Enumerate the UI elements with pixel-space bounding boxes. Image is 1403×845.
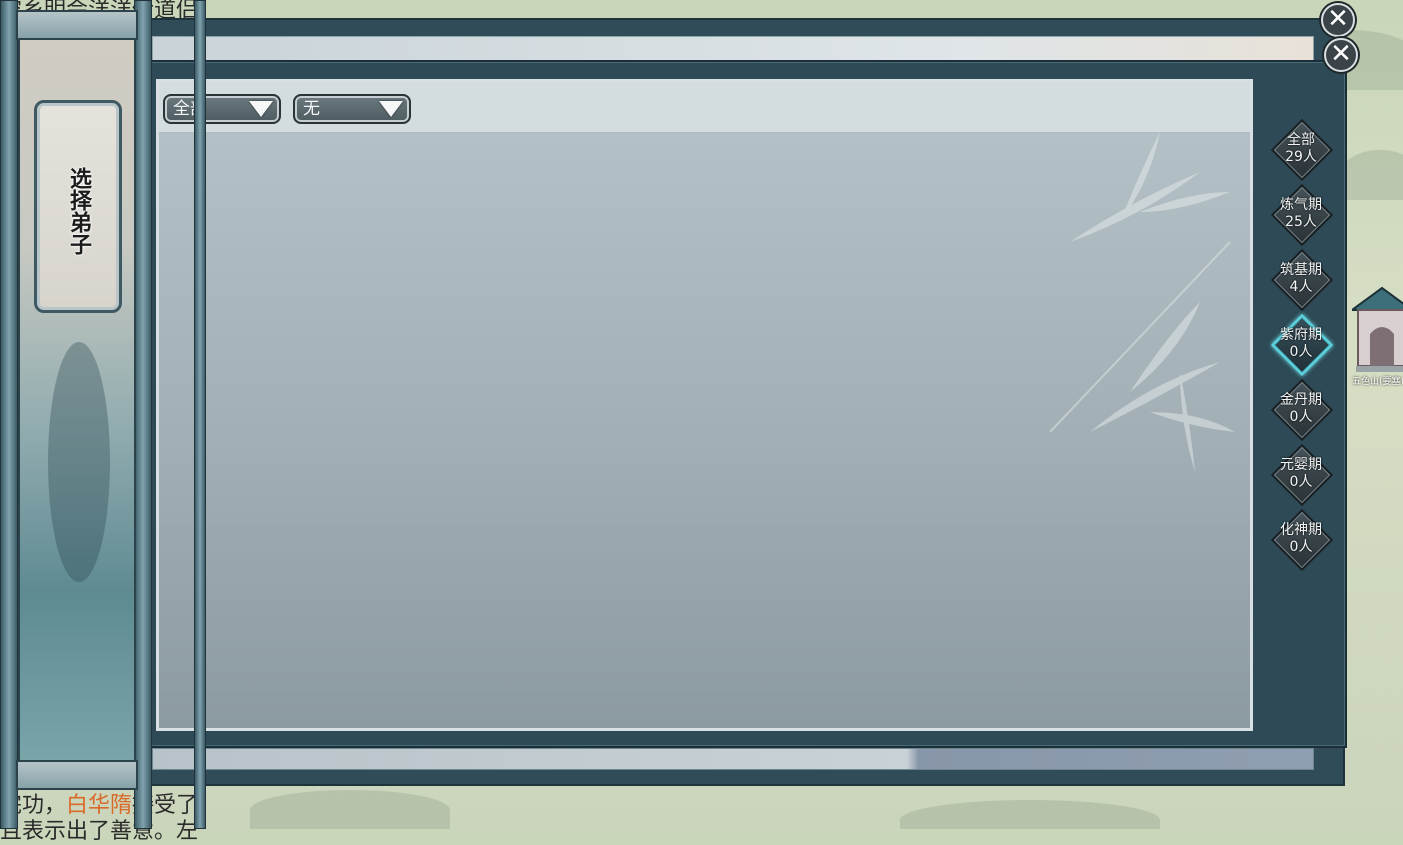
realm-tab-purple-mansion[interactable]: 紫府期 0人 (1270, 313, 1334, 377)
realm-tab-nascent-soul[interactable]: 元婴期 0人 (1270, 443, 1334, 507)
building-label: 五色山(要塞) (1352, 377, 1403, 387)
mountain-decoration (250, 790, 450, 829)
realm-tab-golden-core[interactable]: 金丹期 0人 (1270, 378, 1334, 442)
close-icon: ✕ (1330, 39, 1352, 69)
filter-dropdown-category[interactable]: 全部 (163, 94, 281, 124)
scroll-rail (0, 0, 18, 829)
mountain-decoration (900, 800, 1160, 829)
realm-tab-label: 全部 29人 (1285, 132, 1317, 165)
realm-tab-spirit-transformation[interactable]: 化神期 0人 (1270, 508, 1334, 572)
select-disciple-dialog: 全部 无 (142, 60, 1347, 748)
background-window-footer (152, 748, 1314, 770)
scroll-rail (134, 0, 152, 829)
triangle-down-icon (249, 101, 273, 117)
realm-tab-label: 化神期 0人 (1280, 522, 1322, 555)
filter-dropdown-sort[interactable]: 无 (293, 94, 411, 124)
close-button[interactable]: ✕ (1324, 38, 1358, 72)
realm-tab-label: 紫府期 0人 (1280, 327, 1322, 360)
close-icon: ✕ (1327, 4, 1349, 34)
scroll-cap-bottom (16, 760, 138, 790)
panel-title: 选择弟子 (66, 167, 92, 255)
scroll-rail (194, 0, 206, 829)
gate-icon (1348, 286, 1403, 372)
realm-tab-label: 筑基期 4人 (1280, 262, 1322, 295)
realm-tab-foundation[interactable]: 筑基期 4人 (1270, 248, 1334, 312)
close-button-back[interactable]: ✕ (1321, 3, 1355, 37)
scroll-cap-top (16, 10, 138, 40)
mountain-decoration (1340, 150, 1403, 200)
title-plaque: 选择弟子 (34, 100, 122, 313)
scroll-ornament (48, 342, 110, 582)
realm-tab-label: 炼气期 25人 (1280, 197, 1322, 230)
filter-bar: 全部 无 (159, 82, 1250, 133)
realm-tab-qi-refining[interactable]: 炼气期 25人 (1270, 183, 1334, 247)
fortress-building[interactable]: 五色山(要塞) (1348, 282, 1403, 392)
dropdown-value: 无 (303, 99, 320, 119)
realm-tab-all[interactable]: 全部 29人 (1270, 118, 1334, 182)
realm-tab-label: 金丹期 0人 (1280, 392, 1322, 425)
disciple-list-panel: 全部 无 (156, 79, 1253, 731)
triangle-down-icon (379, 101, 403, 117)
realm-tab-label: 元婴期 0人 (1280, 457, 1322, 490)
bamboo-decoration (1049, 132, 1235, 472)
left-scroll-frame: 选择弟子 (0, 0, 206, 829)
